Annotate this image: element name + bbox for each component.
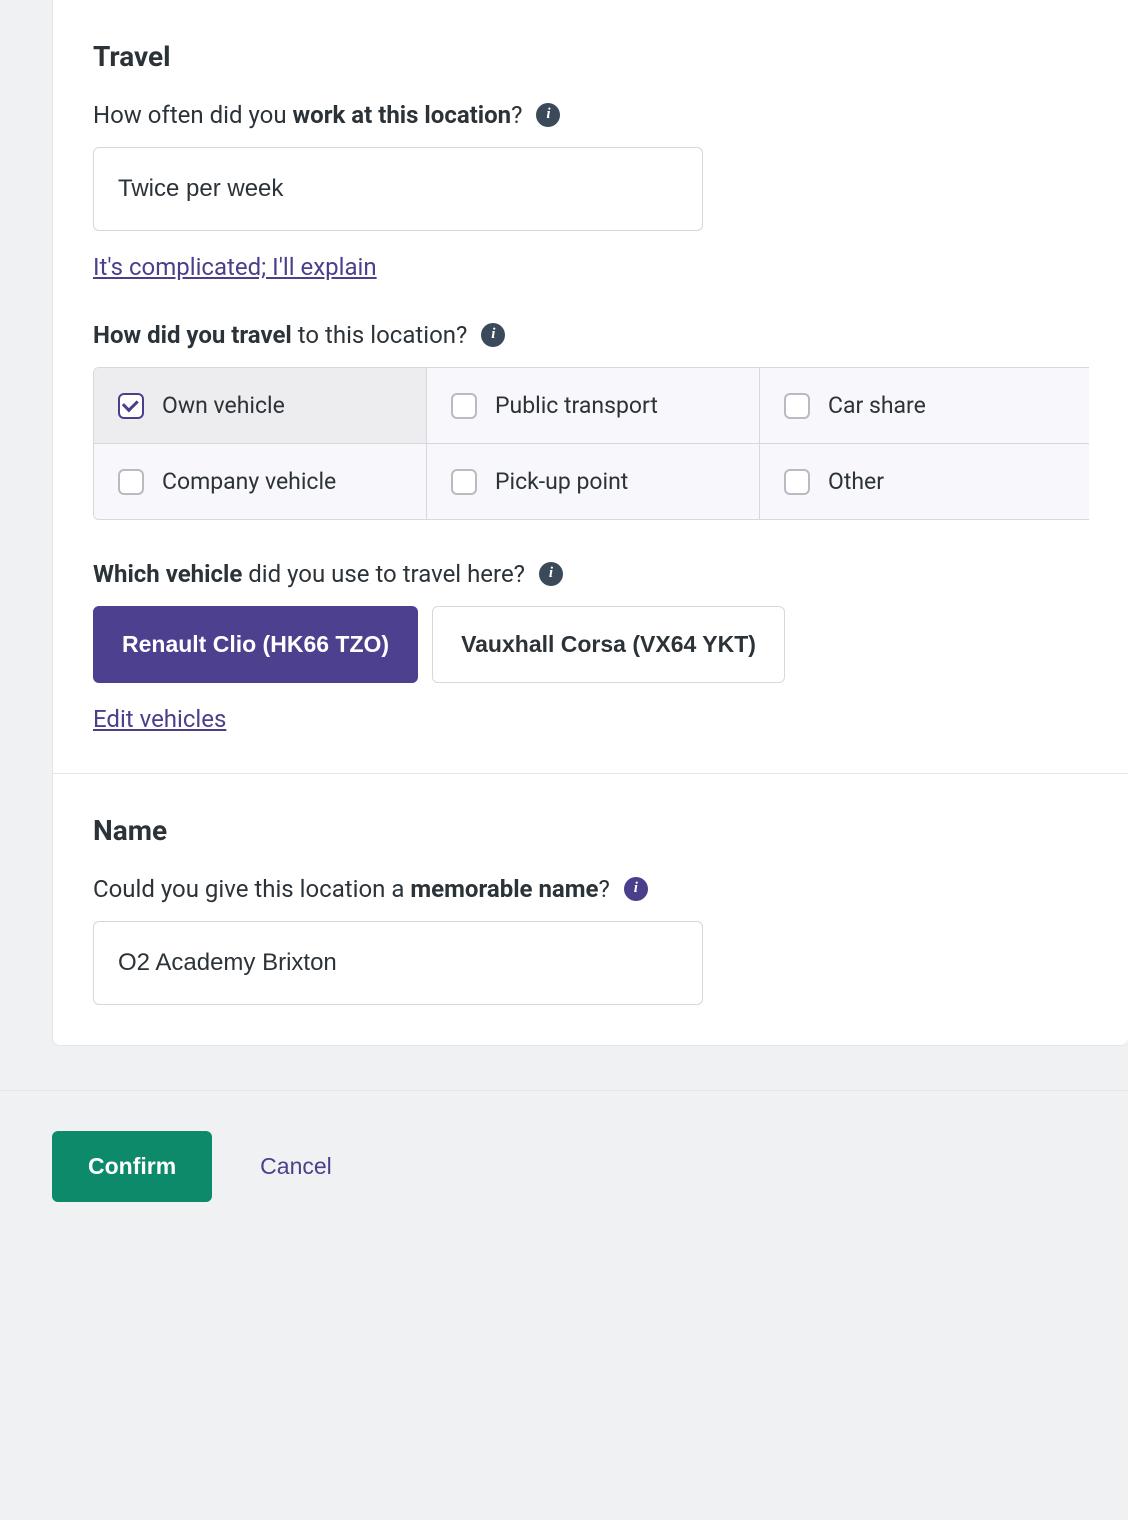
checkbox-icon (118, 393, 144, 419)
location-name-input[interactable] (93, 921, 703, 1005)
which-vehicle-block: Which vehicle did you use to travel here… (93, 560, 1088, 733)
frequency-label-pre: How often did you (93, 101, 293, 129)
vehicle-options-row: Renault Clio (HK66 TZO) Vauxhall Corsa (… (93, 606, 1088, 683)
frequency-block: How often did you work at this location?… (93, 101, 1088, 281)
travel-option-company-vehicle[interactable]: Company vehicle (94, 444, 427, 519)
cancel-button[interactable]: Cancel (260, 1153, 332, 1180)
which-vehicle-label-post: did you use to travel here? (242, 560, 525, 588)
info-icon[interactable]: i (539, 562, 563, 586)
travel-option-label: Other (828, 468, 884, 495)
travel-mode-label-bold: How did you travel (93, 321, 292, 349)
form-card: Travel How often did you work at this lo… (52, 0, 1128, 1046)
name-question-post: ? (599, 875, 610, 903)
frequency-input[interactable] (93, 147, 703, 231)
checkbox-icon (784, 393, 810, 419)
frequency-question: How often did you work at this location?… (93, 101, 1088, 129)
travel-option-label: Public transport (495, 392, 658, 419)
complicated-link[interactable]: It's complicated; I'll explain (93, 253, 377, 281)
info-icon[interactable]: i (481, 323, 505, 347)
vehicle-option-renault[interactable]: Renault Clio (HK66 TZO) (93, 606, 418, 683)
which-vehicle-label-bold: Which vehicle (93, 560, 242, 588)
travel-section: Travel How often did you work at this lo… (53, 0, 1128, 773)
travel-option-label: Company vehicle (162, 468, 336, 495)
name-question-bold: memorable name (410, 875, 598, 903)
name-section: Name Could you give this location a memo… (53, 774, 1128, 1045)
travel-option-label: Own vehicle (162, 392, 285, 419)
frequency-label-bold: work at this location (293, 101, 512, 129)
checkbox-icon (118, 469, 144, 495)
travel-option-other[interactable]: Other (760, 444, 1089, 519)
which-vehicle-question: Which vehicle did you use to travel here… (93, 560, 1088, 588)
travel-option-car-share[interactable]: Car share (760, 368, 1089, 444)
info-icon[interactable]: i (536, 103, 560, 127)
frequency-label-post: ? (511, 101, 522, 129)
checkbox-icon (784, 469, 810, 495)
travel-option-public-transport[interactable]: Public transport (427, 368, 760, 444)
name-heading: Name (93, 814, 1088, 847)
travel-option-pickup-point[interactable]: Pick-up point (427, 444, 760, 519)
vehicle-option-vauxhall[interactable]: Vauxhall Corsa (VX64 YKT) (432, 606, 785, 683)
checkbox-icon (451, 469, 477, 495)
footer-bar: Confirm Cancel (0, 1090, 1128, 1242)
travel-mode-block: How did you travel to this location? i O… (93, 321, 1088, 520)
travel-mode-label-post: to this location? (292, 321, 468, 349)
travel-mode-grid: Own vehicle Public transport Car share C… (93, 367, 1089, 520)
checkbox-icon (451, 393, 477, 419)
info-icon[interactable]: i (624, 877, 648, 901)
edit-vehicles-link[interactable]: Edit vehicles (93, 705, 226, 733)
name-question: Could you give this location a memorable… (93, 875, 1088, 903)
travel-heading: Travel (93, 40, 1088, 73)
travel-mode-question: How did you travel to this location? i (93, 321, 1088, 349)
confirm-button[interactable]: Confirm (52, 1131, 212, 1202)
travel-option-own-vehicle[interactable]: Own vehicle (94, 368, 427, 444)
name-question-pre: Could you give this location a (93, 875, 410, 903)
travel-option-label: Car share (828, 392, 926, 419)
travel-option-label: Pick-up point (495, 468, 628, 495)
